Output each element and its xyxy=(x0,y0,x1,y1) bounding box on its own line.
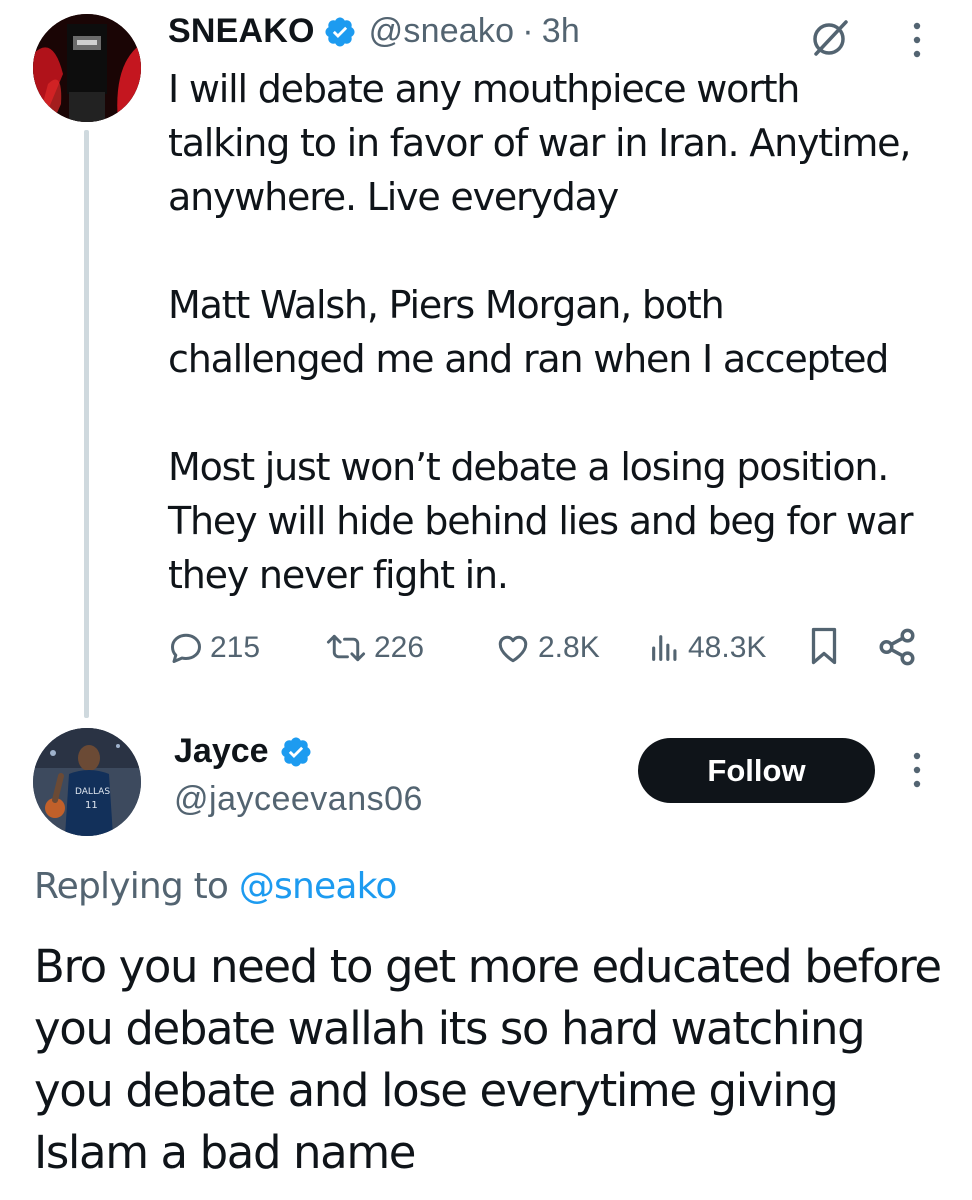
author-handle[interactable]: @sneako xyxy=(369,12,515,51)
replying-to-prefix: Replying to xyxy=(34,866,229,907)
reply-count: 215 xyxy=(210,631,261,664)
repost-count: 226 xyxy=(374,631,425,664)
svg-text:11: 11 xyxy=(85,800,98,811)
more-options-icon[interactable] xyxy=(904,18,930,62)
tweet-text: I will debate any mouthpiece worth talki… xyxy=(168,67,913,597)
like-button[interactable]: 2.8K xyxy=(494,622,600,674)
follow-button[interactable]: Follow xyxy=(638,738,875,803)
time-separator: · xyxy=(522,12,534,50)
reply-author-handle[interactable]: @jayceevans06 xyxy=(174,780,423,819)
author-avatar-sneako[interactable] xyxy=(33,14,141,122)
svg-text:DALLAS: DALLAS xyxy=(75,787,110,797)
tweet-time[interactable]: 3h xyxy=(542,12,580,51)
verified-badge-icon xyxy=(325,16,355,47)
reply-text: Bro you need to get more educated before… xyxy=(34,940,942,1179)
replying-to-line: Replying to @sneako xyxy=(34,866,397,907)
more-options-icon[interactable] xyxy=(904,748,930,792)
reply-header: Jayce xyxy=(174,732,313,771)
tweet-header: SNEAKO @sneako · 3h xyxy=(168,12,580,51)
verified-badge-icon xyxy=(281,736,311,767)
share-icon[interactable] xyxy=(876,626,918,668)
grok-icon[interactable] xyxy=(808,16,852,60)
reply-icon xyxy=(171,633,201,663)
views-icon xyxy=(652,635,677,661)
views-count: 48.3K xyxy=(688,631,767,664)
bookmark-icon[interactable] xyxy=(806,624,842,668)
repost-icon xyxy=(326,634,366,662)
thread-connector-line xyxy=(84,130,89,718)
like-count: 2.8K xyxy=(538,631,600,664)
like-icon xyxy=(498,635,528,663)
author-name[interactable]: SNEAKO xyxy=(168,12,315,51)
replying-to-mention[interactable]: @sneako xyxy=(239,866,398,907)
author-avatar-jayce[interactable]: DALLAS 11 xyxy=(33,728,141,836)
reply-button[interactable]: 215 xyxy=(168,622,260,674)
reply-author-name[interactable]: Jayce xyxy=(174,732,269,771)
views-button[interactable]: 48.3K xyxy=(648,622,766,674)
repost-button[interactable]: 226 xyxy=(324,622,424,674)
